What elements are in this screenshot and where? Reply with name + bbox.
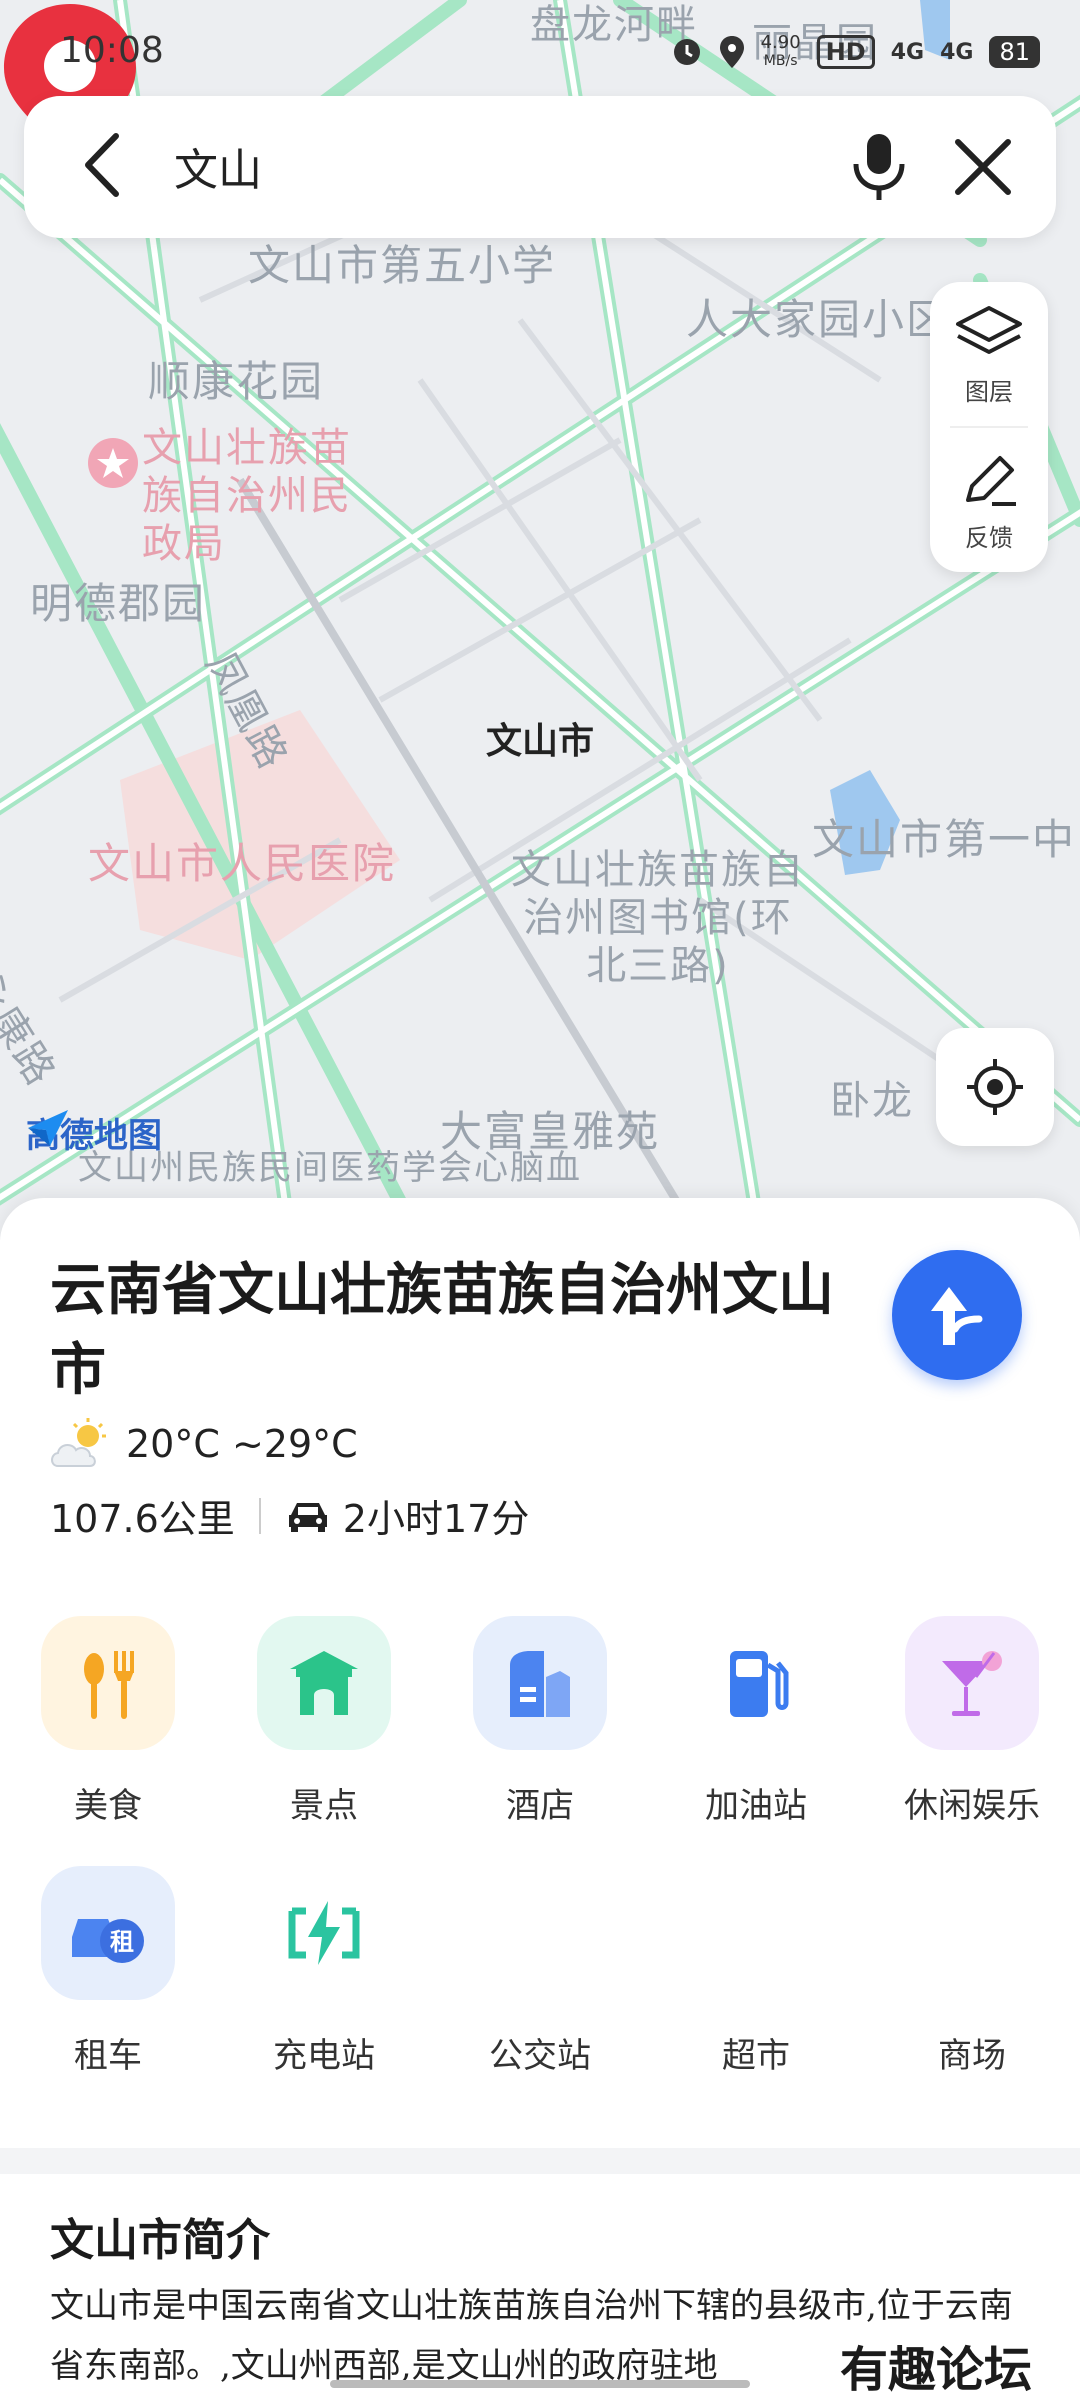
map-label: 文山市第五小学 bbox=[248, 241, 557, 290]
divider bbox=[258, 1497, 261, 1534]
category-label: 酒店 bbox=[506, 1786, 574, 1826]
section-divider bbox=[0, 2148, 1080, 2174]
category-charging[interactable]: 充电站 bbox=[216, 1866, 432, 2077]
category-label: 公交站 bbox=[489, 2036, 591, 2076]
category-food[interactable]: 美食 bbox=[0, 1616, 216, 1827]
home-indicator[interactable] bbox=[330, 2380, 750, 2388]
svg-text:租: 租 bbox=[110, 1928, 134, 1956]
scenic-icon bbox=[257, 1616, 391, 1750]
signal-2: 4G bbox=[940, 39, 974, 65]
car-rental-icon: 租 bbox=[41, 1866, 175, 2000]
category-mall[interactable]: 商场 bbox=[864, 1866, 1080, 2077]
net-speed-unit: MB/s bbox=[763, 53, 798, 69]
supermarket-icon bbox=[689, 1866, 823, 2000]
status-time: 10:08 bbox=[60, 30, 164, 71]
map-label: 人大家园小区 bbox=[686, 295, 951, 344]
alarm-icon bbox=[673, 39, 700, 65]
place-title: 云南省文山壮族苗族自治州文山市 bbox=[50, 1257, 834, 1403]
signal-1: 4G bbox=[890, 39, 925, 65]
feedback-button[interactable]: 反馈 bbox=[930, 450, 1048, 553]
category-label: 充电站 bbox=[273, 2036, 375, 2076]
map-label: 卧龙 bbox=[830, 1078, 914, 1124]
feedback-label: 反馈 bbox=[965, 524, 1013, 552]
layers-icon bbox=[956, 306, 1022, 354]
category-label: 加油站 bbox=[705, 1786, 807, 1826]
weather-row: 20°C ~29°C bbox=[50, 1418, 358, 1470]
drive-time: 2小时17分 bbox=[342, 1497, 530, 1541]
status-bar: 10:08 4.90 MB/s HD 4G 4G 81 bbox=[0, 0, 1080, 100]
distance-value: 107.6公里 bbox=[50, 1497, 235, 1541]
map-label: 文山壮族苗族自治州民政局 bbox=[142, 425, 352, 567]
search-input[interactable]: 文山 bbox=[174, 134, 262, 198]
poi-star-icon bbox=[88, 438, 138, 488]
locate-button[interactable] bbox=[936, 1028, 1054, 1146]
category-scenic[interactable]: 景点 bbox=[216, 1616, 432, 1827]
bus-stop-icon bbox=[473, 1866, 607, 2000]
layers-button[interactable]: 图层 bbox=[930, 304, 1048, 407]
map-label: 文山市第一中 bbox=[812, 815, 1077, 864]
feedback-icon bbox=[966, 456, 1016, 506]
microphone-icon[interactable] bbox=[844, 130, 914, 204]
locate-icon bbox=[967, 1059, 1023, 1115]
distance-row: 107.6公里 2小时17分 bbox=[50, 1488, 529, 1543]
close-icon[interactable] bbox=[948, 132, 1018, 202]
category-leisure[interactable]: 休闲娱乐 bbox=[864, 1616, 1080, 1827]
tools-divider bbox=[950, 426, 1028, 428]
pin-label: 文山市 bbox=[485, 721, 594, 762]
category-gas[interactable]: 加油站 bbox=[648, 1616, 864, 1827]
food-icon bbox=[41, 1616, 175, 1750]
category-label: 美食 bbox=[74, 1786, 142, 1826]
category-label: 超市 bbox=[722, 2036, 790, 2076]
search-bar[interactable]: 文山 bbox=[24, 96, 1056, 238]
map-label: 顺康花园 bbox=[148, 357, 325, 406]
category-bus-stop[interactable]: 公交站 bbox=[432, 1866, 648, 2077]
navigate-button[interactable] bbox=[892, 1250, 1022, 1380]
gas-station-icon bbox=[689, 1616, 823, 1750]
category-label: 休闲娱乐 bbox=[904, 1786, 1040, 1826]
net-speed: 4.90 MB/s bbox=[761, 34, 801, 70]
weather-temp: 20°C ~29°C bbox=[126, 1422, 358, 1466]
intro-title: 文山市简介 bbox=[50, 2215, 270, 2266]
leisure-icon bbox=[905, 1616, 1039, 1750]
route-arrow-icon bbox=[931, 1287, 983, 1345]
category-label: 商场 bbox=[938, 2036, 1006, 2076]
mall-icon bbox=[905, 1866, 1039, 2000]
battery-icon: 81 bbox=[989, 36, 1040, 68]
partly-cloudy-icon bbox=[51, 1418, 106, 1467]
map-tools: 图层 反馈 bbox=[930, 282, 1048, 572]
category-supermarket[interactable]: 超市 bbox=[648, 1866, 864, 2077]
category-label: 景点 bbox=[290, 1786, 358, 1826]
category-car-rental[interactable]: 租 租车 bbox=[0, 1866, 216, 2077]
charging-icon bbox=[257, 1866, 391, 2000]
map-label: 明德郡园 bbox=[30, 579, 207, 628]
layers-label: 图层 bbox=[965, 378, 1013, 406]
car-icon bbox=[288, 1502, 327, 1532]
net-speed-value: 4.90 bbox=[760, 32, 801, 53]
amap-logo: 高德地图 bbox=[26, 1108, 162, 1157]
hotel-icon bbox=[473, 1616, 607, 1750]
hd-icon: HD bbox=[816, 35, 875, 69]
category-label: 租车 bbox=[74, 2036, 142, 2076]
category-hotel[interactable]: 酒店 bbox=[432, 1616, 648, 1827]
map-label: 文山市人民医院 bbox=[88, 839, 397, 888]
back-icon[interactable] bbox=[70, 130, 140, 200]
status-icons: 4.90 MB/s HD 4G 4G 81 bbox=[671, 34, 1040, 70]
map-label: 文山壮族苗族自治州图书馆(环北三路) bbox=[511, 847, 805, 989]
location-icon bbox=[719, 36, 744, 68]
watermark: 有趣论坛 bbox=[840, 2342, 1033, 2398]
amap-logo-icon bbox=[28, 1110, 68, 1146]
place-sheet[interactable]: 云南省文山壮族苗族自治州文山市 20°C ~29°C 107.6公里 2小时17… bbox=[0, 1198, 1080, 2400]
